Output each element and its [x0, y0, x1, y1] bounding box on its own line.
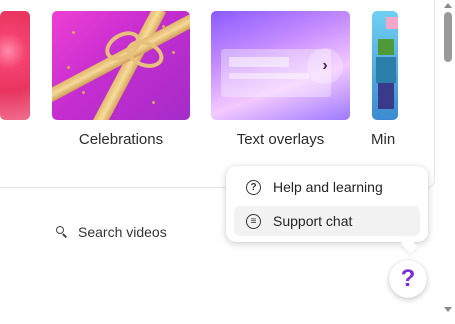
template-caption: Celebrations: [78, 131, 164, 148]
carousel-next-button[interactable]: ›: [307, 48, 343, 84]
menu-item-help-and-learning[interactable]: ? Help and learning: [234, 172, 420, 202]
template-tile-celebrations[interactable]: [52, 11, 190, 120]
scroll-up-arrow-icon[interactable]: [444, 3, 452, 8]
search-icon: [56, 226, 68, 238]
template-gallery: Celebrations › Text overlays Min: [0, 0, 435, 188]
scrollbar-thumb[interactable]: [444, 12, 452, 62]
template-caption: Min: [371, 131, 396, 148]
template-caption: Text overlays: [236, 131, 325, 148]
menu-item-support-chat[interactable]: ≡ Support chat: [234, 206, 420, 236]
search-videos-button[interactable]: Search videos: [56, 224, 167, 240]
menu-item-label: Help and learning: [273, 179, 383, 195]
question-circle-icon: ?: [246, 179, 261, 195]
chat-bubble-icon: ≡: [246, 213, 261, 229]
scroll-down-arrow-icon[interactable]: [444, 307, 452, 312]
template-tile-partial-left[interactable]: [0, 11, 30, 120]
help-button[interactable]: ?: [389, 260, 427, 298]
search-videos-label: Search videos: [78, 224, 167, 240]
help-popup-menu: ? Help and learning ≡ Support chat: [226, 166, 428, 242]
template-tile-partial-right[interactable]: [372, 11, 398, 120]
menu-item-label: Support chat: [273, 213, 353, 229]
vertical-scrollbar[interactable]: [441, 0, 455, 324]
